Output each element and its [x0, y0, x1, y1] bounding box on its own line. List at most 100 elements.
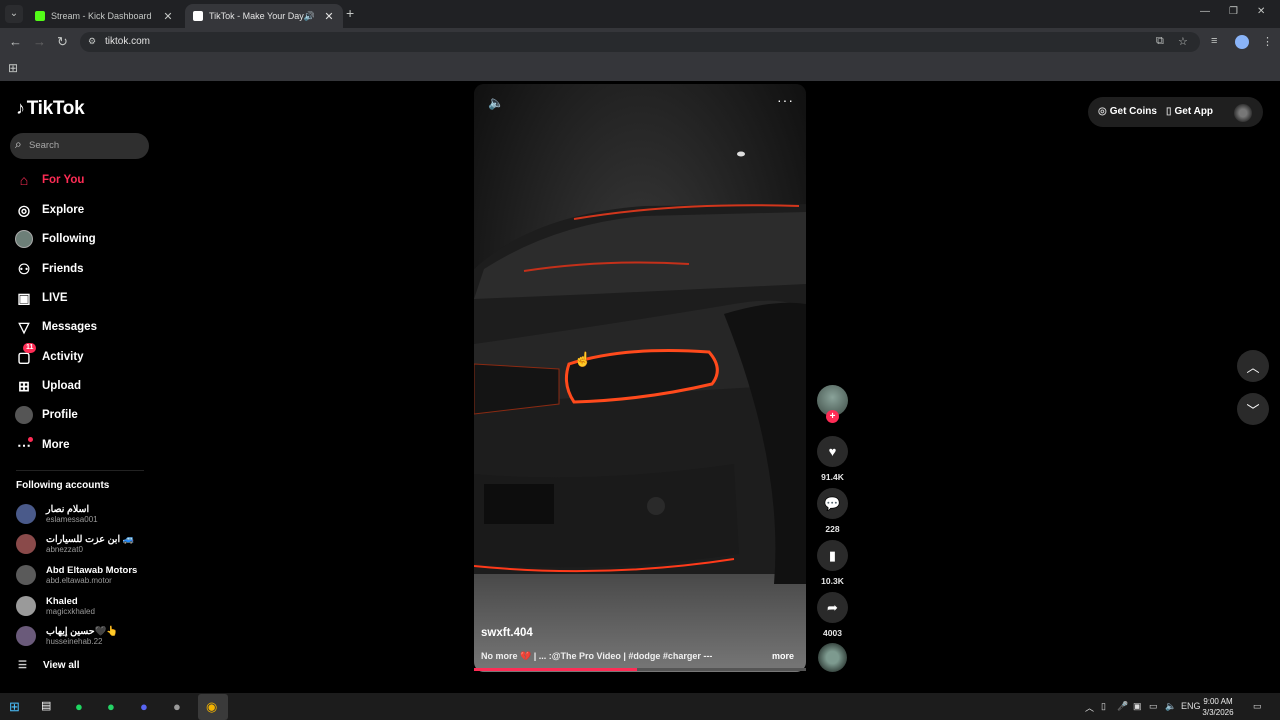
upload-icon: ⊞ [18, 377, 30, 394]
user-avatar[interactable] [1234, 104, 1252, 122]
back-icon[interactable]: ← [9, 34, 22, 49]
volume-icon[interactable]: 🔈 [488, 95, 504, 111]
nav-upload[interactable]: ⊞ Upload [14, 374, 81, 398]
url-text[interactable]: tiktok.com [105, 36, 150, 47]
music-disc-icon[interactable] [818, 643, 847, 672]
spotify-icon[interactable]: ● [75, 699, 83, 714]
network-icon[interactable]: ▭ [1149, 701, 1158, 712]
video-progress-bar[interactable] [474, 668, 806, 671]
nav-more[interactable]: ⋯ More [14, 433, 69, 457]
following-account[interactable]: Abd Eltawab Motors abd.eltawab.motor [16, 561, 137, 589]
compass-icon: ◎ [17, 201, 31, 218]
get-app-button[interactable]: ▯ Get App [1166, 106, 1213, 117]
obs-icon[interactable]: ● [173, 699, 181, 714]
tiktok-logo[interactable]: ♪ TikTok [16, 98, 85, 120]
reload-icon[interactable]: ↻ [57, 34, 68, 50]
following-avatar-icon [14, 229, 34, 249]
comment-button[interactable]: 💬 [817, 488, 848, 519]
site-info-icon[interactable]: ⚙ [88, 36, 96, 47]
tray-window-icon[interactable]: ▣ [1133, 701, 1142, 712]
minimize-icon[interactable]: — [1200, 6, 1210, 17]
following-account[interactable]: Khaled magicxkhaled [16, 592, 95, 620]
account-name: اسلام نصار [46, 503, 90, 515]
system-clock[interactable]: 9:00 AM 3/3/2026 [1198, 696, 1238, 718]
tab-tiktok[interactable]: TikTok - Make Your Day 🔊 ✕ [185, 4, 343, 28]
video-username[interactable]: swxft.404 [481, 627, 533, 639]
chevron-down-icon: ﹀ [1246, 402, 1260, 418]
search-icon: ⌕ [15, 137, 22, 151]
browser-menu-icon[interactable]: ⋮ [1262, 35, 1273, 48]
nav-activity[interactable]: ▢ 11 Activity [14, 343, 84, 369]
speaker-tray-icon[interactable]: 🔈 [1165, 701, 1176, 712]
nav-live[interactable]: ▣ LIVE [14, 286, 68, 310]
task-view-icon[interactable]: ▤ [41, 699, 51, 712]
nav-label: Explore [42, 204, 85, 216]
discord-icon[interactable]: ● [140, 699, 148, 714]
share-count: 4003 [823, 628, 842, 638]
previous-video-button[interactable]: ︿ [1237, 350, 1269, 382]
get-app-label: Get App [1174, 106, 1214, 117]
save-button[interactable]: ▮ [817, 540, 848, 571]
search-input[interactable]: ⌕ Search [10, 133, 149, 159]
video-options-icon[interactable]: ··· [777, 92, 794, 108]
media-controls-icon[interactable]: ≡ [1211, 35, 1217, 47]
restore-icon[interactable]: ❐ [1229, 6, 1238, 17]
avatar [16, 596, 36, 616]
following-account[interactable]: حسين إيهاب🖤👆 husseinehab.22 [16, 622, 118, 650]
apps-grid-icon[interactable]: ⊞ [8, 61, 18, 75]
tab-title: TikTok - Make Your Day [209, 11, 304, 21]
share-button[interactable]: ➦ [817, 592, 848, 623]
follow-plus-icon[interactable]: + [826, 410, 839, 423]
get-coins-button[interactable]: ◎ Get Coins [1098, 106, 1157, 117]
whatsapp-icon[interactable]: ● [107, 699, 115, 714]
next-video-button[interactable]: ﹀ [1237, 393, 1269, 425]
nav-for-you[interactable]: ⌂ For You [14, 168, 85, 192]
avatar [16, 565, 36, 585]
bookmark-icon: ▮ [828, 547, 837, 563]
following-account[interactable]: اسلام نصار eslamessa001 [16, 500, 98, 528]
like-button[interactable]: ♥ [817, 436, 848, 467]
account-name: Khaled [46, 595, 78, 607]
bookmarks-bar [0, 56, 1280, 81]
close-window-icon[interactable]: ✕ [1257, 6, 1265, 17]
nav-label: LIVE [42, 292, 68, 304]
account-handle: eslamessa001 [46, 514, 98, 524]
video-player[interactable] [474, 84, 806, 672]
nav-profile[interactable]: Profile [14, 403, 78, 427]
chrome-icon[interactable]: ◉ [206, 699, 217, 715]
address-bar[interactable] [80, 32, 1200, 52]
microphone-icon[interactable]: 🎤 [1117, 701, 1128, 712]
view-all-link[interactable]: ☰ View all [18, 660, 79, 671]
tab-kick-dashboard[interactable]: Stream - Kick Dashboard ✕ [27, 4, 182, 28]
following-account[interactable]: ابن عزت للسيارات 🚙 abnezzat0 [16, 530, 135, 558]
tab-search-chevron-icon[interactable]: ⌄ [5, 5, 23, 23]
new-tab-button[interactable]: + [346, 5, 354, 21]
close-tab-icon[interactable]: ✕ [162, 10, 174, 23]
nav-messages[interactable]: ▽ Messages [14, 315, 97, 339]
close-tab-icon[interactable]: ✕ [323, 10, 335, 23]
caption-more-link[interactable]: more [772, 651, 794, 661]
bookmark-star-icon[interactable]: ☆ [1178, 35, 1188, 48]
account-handle: magicxkhaled [46, 606, 95, 616]
following-accounts-heading: Following accounts [16, 480, 110, 491]
like-count: 91.4K [821, 472, 844, 482]
nav-label: Profile [42, 409, 78, 421]
browser-profile-avatar[interactable] [1235, 35, 1249, 49]
nav-label: More [42, 439, 70, 451]
view-all-label: View all [42, 660, 80, 671]
activity-badge: 11 [23, 343, 37, 353]
nav-friends[interactable]: ⚇ Friends [14, 257, 84, 281]
tray-device-icon[interactable]: ▯ [1101, 701, 1106, 712]
video-progress-fill [474, 668, 637, 671]
windows-start-icon[interactable]: ⊞ [9, 699, 20, 715]
forward-icon[interactable]: → [33, 34, 46, 49]
tray-chevron-up-icon[interactable]: ︿ [1085, 701, 1094, 714]
install-app-icon[interactable]: ⧉ [1156, 35, 1164, 48]
notifications-icon[interactable]: ▭ [1253, 701, 1262, 712]
account-name: حسين إيهاب🖤👆 [46, 625, 119, 637]
nav-following[interactable]: Following [14, 227, 96, 251]
nav-explore[interactable]: ◎ Explore [14, 198, 84, 222]
speaker-icon[interactable]: 🔊 [304, 11, 315, 22]
avatar [16, 626, 36, 646]
nav-label: For You [42, 174, 85, 186]
